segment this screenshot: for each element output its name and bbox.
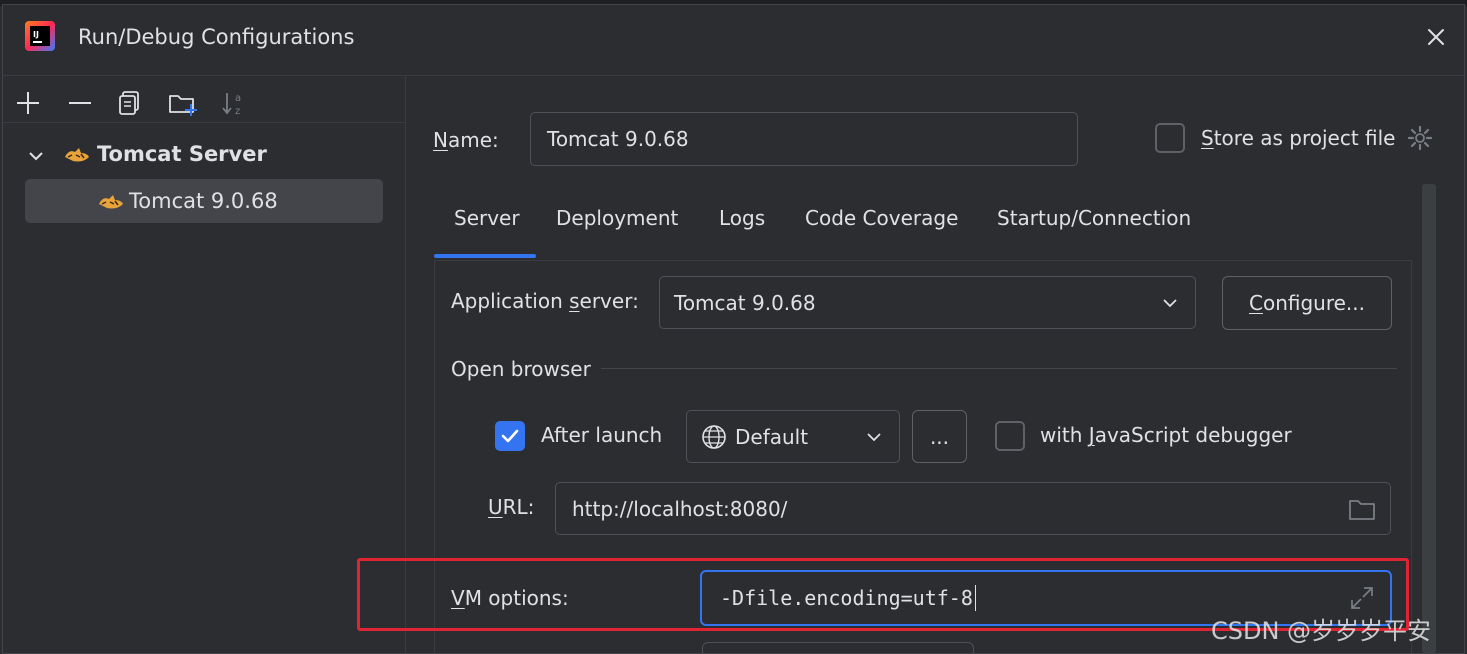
browser-select[interactable]: Default bbox=[686, 410, 900, 463]
text-caret bbox=[974, 585, 976, 611]
tab-startup-connection[interactable]: Startup/Connection bbox=[997, 206, 1191, 230]
url-label: URL: bbox=[488, 495, 535, 519]
chevron-down-icon[interactable] bbox=[25, 145, 47, 167]
configurations-sidebar: a z Tomcat Server Tomcat 9.0.68 bbox=[3, 76, 405, 653]
globe-icon bbox=[702, 424, 726, 449]
after-launch-checkbox[interactable] bbox=[495, 421, 525, 451]
tree-item-tomcat-9[interactable]: Tomcat 9.0.68 bbox=[25, 179, 383, 223]
name-field[interactable]: Tomcat 9.0.68 bbox=[530, 112, 1078, 166]
vm-options-value: -Dfile.encoding=utf-8 bbox=[720, 586, 973, 610]
run-debug-dialog: IJ Run/Debug Configurations a z Tomcat S… bbox=[2, 4, 1465, 654]
tab-server[interactable]: Server bbox=[454, 206, 520, 230]
intellij-logo-icon: IJ bbox=[25, 21, 55, 51]
svg-text:a: a bbox=[235, 93, 241, 104]
tab-deployment[interactable]: Deployment bbox=[556, 206, 678, 230]
chevron-down-icon bbox=[1163, 299, 1177, 308]
dialog-title: Run/Debug Configurations bbox=[78, 25, 355, 49]
next-field-partial[interactable] bbox=[702, 642, 974, 653]
tab-logs[interactable]: Logs bbox=[719, 206, 765, 230]
sort-alpha-icon[interactable]: a z bbox=[219, 88, 249, 118]
tree-group-tomcat-server[interactable]: Tomcat Server bbox=[63, 142, 267, 166]
configure-button[interactable]: Configure... bbox=[1222, 276, 1392, 330]
browse-browser-button[interactable]: ... bbox=[912, 410, 967, 463]
application-server-select[interactable]: Tomcat 9.0.68 bbox=[659, 276, 1196, 329]
expand-icon[interactable] bbox=[1348, 584, 1376, 612]
checkmark-icon bbox=[501, 429, 519, 443]
close-icon[interactable] bbox=[1422, 23, 1450, 51]
svg-text:IJ: IJ bbox=[33, 30, 39, 39]
open-browser-separator bbox=[601, 368, 1397, 369]
browser-value: Default bbox=[735, 424, 809, 449]
configuration-editor: Name: Tomcat 9.0.68 Store as project fil… bbox=[406, 76, 1464, 653]
svg-text:z: z bbox=[235, 106, 240, 117]
application-server-value: Tomcat 9.0.68 bbox=[674, 290, 816, 315]
js-debugger-label[interactable]: with JavaScript debugger bbox=[1040, 423, 1292, 447]
toolbar-divider bbox=[3, 122, 405, 123]
after-launch-label[interactable]: After launch bbox=[541, 423, 662, 447]
new-folder-icon[interactable] bbox=[167, 88, 197, 118]
tree-group-label: Tomcat Server bbox=[97, 142, 267, 166]
tomcat-icon bbox=[99, 195, 123, 209]
store-as-project-file-label[interactable]: Store as project file bbox=[1201, 126, 1396, 150]
watermark: CSDN @岁岁岁平安 bbox=[1211, 617, 1432, 645]
name-label: Name: bbox=[433, 128, 499, 152]
vm-options-label: VM options: bbox=[451, 586, 569, 610]
store-as-project-file-checkbox[interactable] bbox=[1155, 123, 1185, 153]
chevron-down-icon bbox=[867, 433, 881, 442]
application-server-label: Application server: bbox=[451, 289, 639, 313]
tree-item-label: Tomcat 9.0.68 bbox=[129, 189, 278, 213]
url-field[interactable]: http://localhost:8080/ bbox=[555, 482, 1391, 535]
add-icon[interactable] bbox=[13, 88, 43, 118]
vertical-scrollbar[interactable] bbox=[1422, 184, 1436, 653]
open-browser-heading: Open browser bbox=[451, 357, 591, 381]
tab-code-coverage[interactable]: Code Coverage bbox=[805, 206, 958, 230]
copy-icon[interactable] bbox=[115, 88, 145, 118]
active-tab-indicator bbox=[434, 254, 536, 258]
folder-icon[interactable] bbox=[1348, 496, 1376, 522]
gear-icon[interactable] bbox=[1406, 124, 1434, 152]
remove-icon[interactable] bbox=[65, 88, 95, 118]
configure-button-label: Configure... bbox=[1248, 291, 1365, 315]
url-value: http://localhost:8080/ bbox=[572, 496, 788, 521]
js-debugger-checkbox[interactable] bbox=[995, 421, 1025, 451]
title-bar: IJ Run/Debug Configurations bbox=[3, 5, 1464, 75]
tomcat-icon bbox=[65, 148, 89, 162]
